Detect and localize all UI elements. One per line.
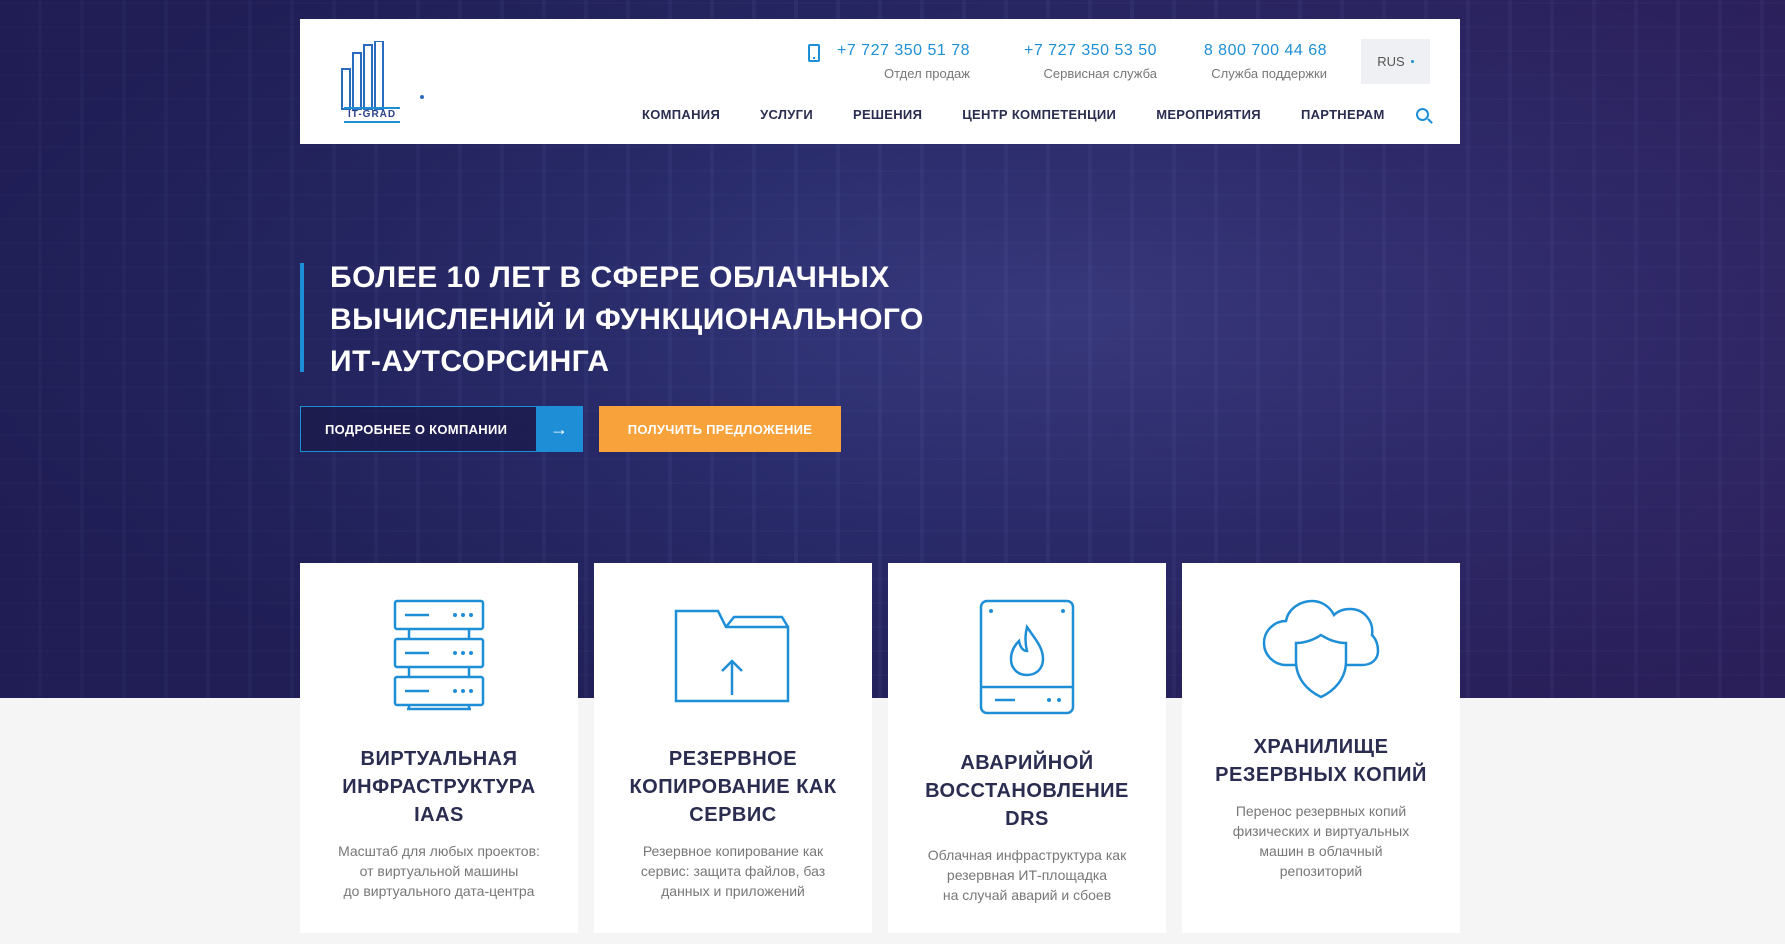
cloud-shield-icon <box>1262 599 1380 699</box>
phone-label: Служба поддержки <box>1211 66 1327 81</box>
hero-title-line: ВЫЧИСЛЕНИЙ И ФУНКЦИОНАЛЬНОГО <box>330 303 924 336</box>
service-card-backup[interactable]: РЕЗЕРВНОЕ КОПИРОВАНИЕ КАК СЕРВИС Резервн… <box>594 563 872 933</box>
card-title: РЕЗЕРВНОЕ КОПИРОВАНИЕ КАК СЕРВИС <box>594 745 872 829</box>
card-description: Резервное копирование как сервис: защита… <box>594 841 872 901</box>
card-desc-line: репозиторий <box>1279 863 1363 879</box>
disk-fire-icon <box>979 599 1075 715</box>
card-title-line: РЕЗЕРВНОЕ <box>668 748 798 770</box>
about-company-button[interactable]: ПОДРОБНЕЕ О КОМПАНИИ → <box>300 406 583 452</box>
phone-number[interactable]: 8 800 700 44 68 <box>1204 41 1327 61</box>
nav-item-partners[interactable]: ПАРТНЕРАМ <box>1301 107 1385 122</box>
card-desc-line: Масштаб для любых проектов: <box>338 843 540 859</box>
card-desc-line: Облачная инфраструктура как <box>927 847 1127 863</box>
card-title: ВИРТУАЛЬНАЯ ИНФРАСТРУКТУРА IAAS <box>300 745 578 829</box>
phone-label: Отдел продаж <box>884 66 970 81</box>
card-desc-line: от виртуальной машины <box>359 863 519 879</box>
mobile-phone-icon <box>808 44 820 62</box>
nav-item-solutions[interactable]: РЕШЕНИЯ <box>853 107 922 122</box>
get-offer-button[interactable]: ПОЛУЧИТЬ ПРЕДЛОЖЕНИЕ <box>599 406 841 452</box>
nav-item-services[interactable]: УСЛУГИ <box>760 107 813 122</box>
card-desc-line: резервная ИТ-площадка <box>946 867 1108 883</box>
phone-list: +7 727 350 51 78 Отдел продаж +7 727 350… <box>300 41 1460 86</box>
service-card-iaas[interactable]: ВИРТУАЛЬНАЯ ИНФРАСТРУКТУРА IAAS Масштаб … <box>300 563 578 933</box>
card-title: АВАРИЙНОЙ ВОССТАНОВЛЕНИЕ DRS <box>888 749 1166 833</box>
hero-title-line: БОЛЕЕ 10 ЛЕТ В СФЕРЕ ОБЛАЧНЫХ <box>330 261 890 294</box>
server-rack-icon <box>393 599 485 711</box>
search-icon[interactable] <box>1416 108 1429 121</box>
card-description: Перенос резервных копий физических и вир… <box>1182 801 1460 881</box>
nav-item-events[interactable]: МЕРОПРИЯТИЯ <box>1156 107 1261 122</box>
card-title-line: ХРАНИЛИЩЕ <box>1253 736 1389 758</box>
card-desc-line: на случай аварий и сбоев <box>942 887 1112 903</box>
service-cards: ВИРТУАЛЬНАЯ ИНФРАСТРУКТУРА IAAS Масштаб … <box>300 563 1460 933</box>
language-label: RUS <box>1377 54 1405 69</box>
logo-text: IT-GRAD <box>344 107 401 123</box>
service-card-drs[interactable]: АВАРИЙНОЙ ВОССТАНОВЛЕНИЕ DRS Облачная ин… <box>888 563 1166 933</box>
dropdown-dot-icon <box>1410 60 1414 63</box>
phone-support[interactable]: 8 800 700 44 68 Служба поддержки <box>1204 41 1327 84</box>
language-selector[interactable]: RUS <box>1361 39 1430 84</box>
hero-title-block: БОЛЕЕ 10 ЛЕТ В СФЕРЕ ОБЛАЧНЫХ ВЫЧИСЛЕНИЙ… <box>300 261 1050 378</box>
nav-item-company[interactable]: КОМПАНИЯ <box>642 107 720 122</box>
card-title-line: IAAS <box>414 804 464 826</box>
card-desc-line: до виртуального дата-центра <box>343 883 535 899</box>
arrow-right-icon: → <box>536 407 582 451</box>
card-title-line: АВАРИЙНОЙ <box>960 752 1094 774</box>
hero-title: БОЛЕЕ 10 ЛЕТ В СФЕРЕ ОБЛАЧНЫХ ВЫЧИСЛЕНИЙ… <box>330 257 1050 383</box>
phone-number[interactable]: +7 727 350 53 50 <box>1024 41 1157 61</box>
card-desc-line: машин в облачный <box>1259 843 1383 859</box>
card-desc-line: сервис: защита файлов, баз <box>640 863 826 879</box>
nav-item-competence[interactable]: ЦЕНТР КОМПЕТЕНЦИИ <box>962 107 1116 122</box>
card-description: Облачная инфраструктура как резервная ИТ… <box>888 845 1166 905</box>
service-card-storage[interactable]: ХРАНИЛИЩЕ РЕЗЕРВНЫХ КОПИЙ Перенос резерв… <box>1182 563 1460 933</box>
phone-number[interactable]: +7 727 350 51 78 <box>837 41 970 61</box>
card-title-line: ВОССТАНОВЛЕНИЕ DRS <box>925 780 1129 830</box>
card-title-line: ВИРТУАЛЬНАЯ <box>360 748 518 770</box>
phone-service[interactable]: +7 727 350 53 50 Сервисная служба <box>1024 41 1157 84</box>
card-desc-line: Резервное копирование как <box>642 843 824 859</box>
card-description: Масштаб для любых проектов: от виртуальн… <box>300 841 578 901</box>
card-desc-line: физических и виртуальных <box>1232 823 1410 839</box>
site-header: IT-GRAD +7 727 350 51 78 Отдел продаж +7… <box>300 19 1460 144</box>
card-title-line: СЕРВИС <box>689 804 777 826</box>
card-title-line: КОПИРОВАНИЕ КАК <box>629 776 837 798</box>
main-nav: КОМПАНИЯ УСЛУГИ РЕШЕНИЯ ЦЕНТР КОМПЕТЕНЦИ… <box>642 107 1385 122</box>
card-title-line: ИНФРАСТРУКТУРА <box>342 776 536 798</box>
about-company-label: ПОДРОБНЕЕ О КОМПАНИИ <box>325 421 508 437</box>
folder-upload-icon <box>674 609 790 703</box>
phone-sales[interactable]: +7 727 350 51 78 Отдел продаж <box>837 41 970 84</box>
card-title: ХРАНИЛИЩЕ РЕЗЕРВНЫХ КОПИЙ <box>1182 733 1460 789</box>
phone-label: Сервисная служба <box>1043 66 1157 81</box>
hero-title-line: ИТ-АУТСОРСИНГА <box>330 345 610 378</box>
card-title-line: РЕЗЕРВНЫХ КОПИЙ <box>1215 764 1427 786</box>
card-desc-line: данных и приложений <box>661 883 805 899</box>
card-desc-line: Перенос резервных копий <box>1235 803 1407 819</box>
